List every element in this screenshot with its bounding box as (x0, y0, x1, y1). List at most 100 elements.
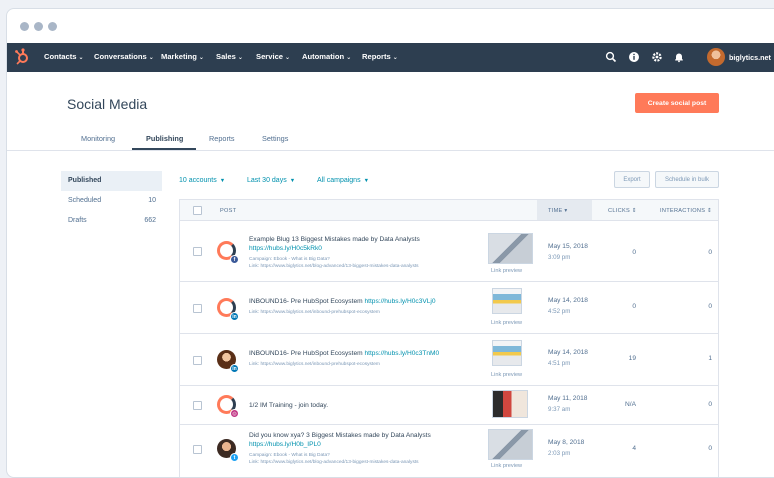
nav-item-label: Service (256, 52, 284, 61)
post-time: 9:37 am (548, 406, 571, 413)
row-checkbox[interactable] (193, 401, 202, 410)
export-button[interactable]: Export (614, 171, 650, 188)
caret-down-icon: ▼ (289, 178, 296, 184)
link-preview-thumbnail[interactable] (488, 233, 533, 264)
linkedin-icon: in (230, 364, 239, 373)
sidebar-item-published[interactable]: Published (61, 171, 162, 191)
sidebar-item-count: 10 (148, 197, 156, 204)
bell-icon[interactable] (673, 51, 685, 63)
table-row[interactable]: ◎ 1/2 IM Training - join today. May 11, … (179, 386, 719, 425)
accounts-filter[interactable]: 10 accounts ▼ (179, 177, 225, 184)
nav-item-label: Contacts (44, 52, 77, 61)
post-campaign: Campaign: Ebook - What is Big Data? (249, 257, 330, 262)
schedule-in-bulk-button[interactable]: Schedule in bulk (655, 171, 719, 188)
post-link[interactable]: https://hubs.ly/H0b_IPL0 (249, 441, 321, 448)
nav-item-automation[interactable]: Automation ⌄ (302, 52, 351, 61)
create-social-post-button[interactable]: Create social post (635, 93, 719, 113)
account-name[interactable]: biglytics.net (729, 53, 771, 62)
column-header-interactions[interactable]: INTERACTIONS ⇕ (660, 208, 712, 214)
column-header-post: POST (220, 208, 237, 214)
column-header-label: CLICKS (608, 208, 631, 214)
row-checkbox[interactable] (193, 356, 202, 365)
campaigns-filter[interactable]: All campaigns ▼ (317, 177, 369, 184)
sidebar-item-drafts[interactable]: Drafts 662 (61, 211, 162, 231)
top-navigation: Contacts ⌄ Conversations ⌄ Marketing ⌄ Sale… (7, 43, 774, 72)
sort-descending-icon: ▾ (564, 208, 568, 214)
search-icon[interactable] (605, 51, 617, 63)
column-header-label: TIME (548, 208, 563, 214)
nav-item-reports[interactable]: Reports ⌄ (362, 52, 398, 61)
nav-item-label: Marketing (161, 52, 197, 61)
gear-icon[interactable] (651, 51, 663, 63)
nav-item-service[interactable]: Service ⌄ (256, 52, 290, 61)
post-date: May 11, 2018 (548, 395, 588, 402)
post-time: 3:09 pm (548, 254, 571, 261)
filter-label: Last 30 days (247, 177, 287, 184)
post-link[interactable]: https://hubs.ly/H0c3TnM0 (364, 350, 439, 357)
nav-item-sales[interactable]: Sales ⌄ (216, 52, 243, 61)
chevron-down-icon: ⌄ (346, 55, 352, 61)
tab-settings[interactable]: Settings (262, 134, 288, 143)
nav-item-label: Sales (216, 52, 236, 61)
nav-item-conversations[interactable]: Conversations ⌄ (94, 52, 154, 61)
app-window: Contacts ⌄ Conversations ⌄ Marketing ⌄ Sale… (6, 8, 774, 478)
chevron-down-icon: ⌄ (78, 55, 84, 61)
table-header: POST TIME ▾ CLICKS ⇕ INTERACTIONS ⇕ (179, 199, 719, 221)
post-interactions: 0 (708, 303, 712, 310)
link-preview-label[interactable]: Link preview (491, 372, 522, 378)
sidebar-item-label: Scheduled (68, 197, 102, 204)
nav-item-marketing[interactable]: Marketing ⌄ (161, 52, 204, 61)
link-preview-thumbnail[interactable] (488, 429, 533, 460)
link-preview-label[interactable]: Link preview (491, 320, 522, 326)
table-row[interactable]: in INBOUND16- Pre HubSpot Ecosystem http… (179, 282, 719, 334)
avatar[interactable] (707, 48, 725, 66)
table-row[interactable]: f Example Blug 13 Biggest Mistakes made … (179, 221, 719, 282)
select-all-checkbox[interactable] (193, 206, 202, 215)
row-checkbox[interactable] (193, 445, 202, 454)
post-image-thumbnail[interactable] (492, 390, 528, 418)
post-campaign: Campaign: Ebook - What is Big Data? (249, 453, 330, 458)
tab-publishing[interactable]: Publishing (146, 134, 183, 143)
post-link-url: Link: https://www.biglytics.net/inbound-… (249, 362, 380, 367)
table-row[interactable]: in INBOUND16- Pre HubSpot Ecosystem http… (179, 334, 719, 386)
post-link-url: Link: https://www.biglytics.net/blog-adv… (249, 264, 419, 269)
column-header-time[interactable]: TIME ▾ (548, 208, 568, 214)
post-date: May 15, 2018 (548, 243, 588, 250)
link-preview-thumbnail[interactable] (492, 288, 522, 314)
post-copy: Did you know xya? 3 Biggest Mistakes mad… (249, 432, 431, 439)
title-bar (7, 9, 774, 43)
sidebar-item-scheduled[interactable]: Scheduled 10 (61, 191, 162, 211)
sidebar-item-label: Drafts (68, 217, 87, 224)
post-copy: INBOUND16- Pre HubSpot Ecosystem (249, 350, 363, 357)
link-preview-thumbnail[interactable] (492, 340, 522, 366)
post-date: May 8, 2018 (548, 439, 585, 446)
post-link[interactable]: https://hubs.ly/H0c3VLj0 (364, 298, 435, 305)
nav-item-label: Conversations (94, 52, 147, 61)
hubspot-sprocket-icon[interactable] (12, 47, 32, 67)
chevron-down-icon: ⌄ (285, 55, 291, 61)
linkedin-icon: in (230, 312, 239, 321)
tab-reports[interactable]: Reports (209, 134, 235, 143)
post-time: 4:52 pm (548, 308, 571, 315)
post-link[interactable]: https://hubs.ly/H0c5kRk0 (249, 245, 322, 252)
link-preview-label[interactable]: Link preview (491, 268, 522, 274)
chevron-down-icon: ⌄ (198, 55, 204, 61)
post-copy: 1/2 IM Training - join today. (249, 402, 329, 409)
chevron-down-icon: ⌄ (148, 55, 154, 61)
instagram-icon: ◎ (230, 409, 239, 418)
tab-monitoring[interactable]: Monitoring (81, 134, 115, 143)
help-icon[interactable] (628, 51, 640, 63)
twitter-icon: t (230, 453, 239, 462)
post-date: May 14, 2018 (548, 349, 588, 356)
window-dot-icon (48, 22, 57, 31)
nav-item-contacts[interactable]: Contacts ⌄ (44, 52, 84, 61)
row-checkbox[interactable] (193, 247, 202, 256)
date-range-filter[interactable]: Last 30 days ▼ (247, 177, 295, 184)
table-row[interactable]: t Did you know xya? 3 Biggest Mistakes m… (179, 425, 719, 477)
row-checkbox[interactable] (193, 304, 202, 313)
post-interactions: 1 (708, 355, 712, 362)
sidebar-item-count: 662 (144, 217, 156, 224)
column-header-clicks[interactable]: CLICKS ⇕ (608, 208, 637, 214)
filter-label: 10 accounts (179, 177, 217, 184)
post-clicks: N/A (625, 401, 636, 408)
